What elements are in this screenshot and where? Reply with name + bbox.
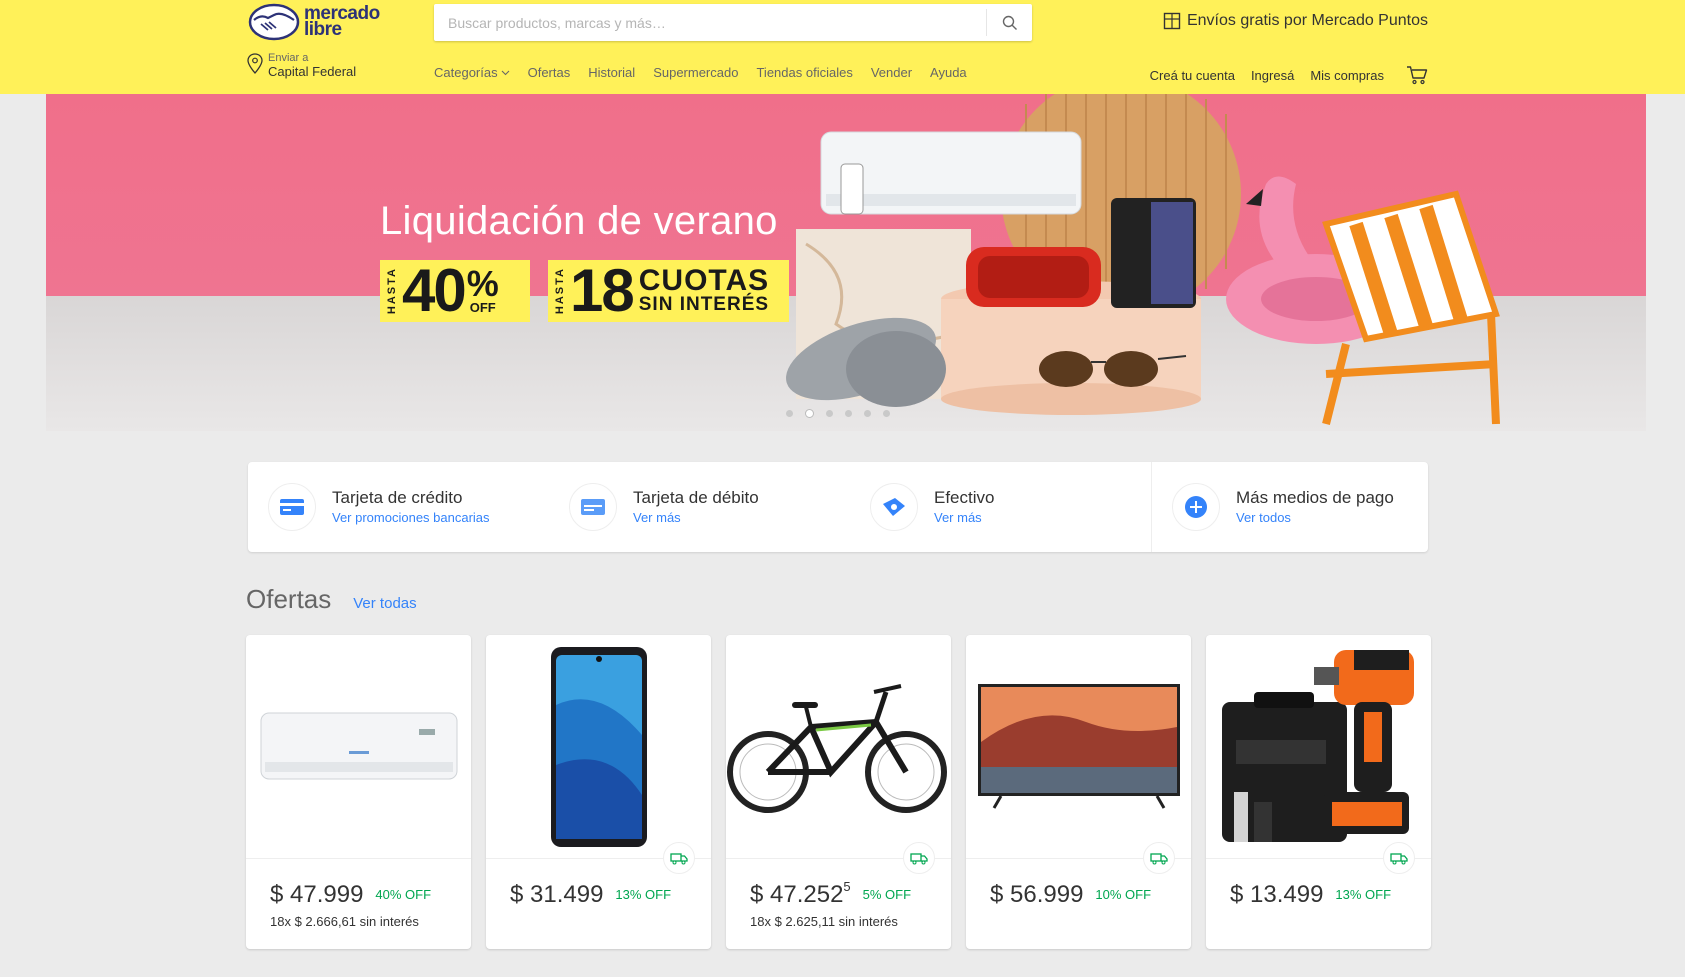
my-purchases-link[interactable]: Mis compras xyxy=(1310,68,1384,83)
product-image xyxy=(726,635,951,874)
product-card[interactable]: $ 47.2525 5% OFF 18x $ 2.625,11 sin inte… xyxy=(726,635,951,949)
nav-categorias[interactable]: Categorías xyxy=(434,65,510,80)
product-price: $ 31.499 xyxy=(510,881,604,908)
payment-more-methods[interactable]: Más medios de pago Ver todos xyxy=(1151,462,1428,552)
product-price: $ 47.2525 xyxy=(750,879,851,908)
installments-text: 18x $ 2.666,61 sin interés xyxy=(270,914,419,929)
logo-wordmark: mercado libre xyxy=(304,3,380,40)
payment-debit-card[interactable]: Tarjeta de débito Ver más xyxy=(549,462,850,552)
free-shipping-badge xyxy=(903,842,935,874)
payment-credit-card[interactable]: Tarjeta de crédito Ver promociones banca… xyxy=(248,462,549,552)
free-shipping-badge xyxy=(1143,842,1175,874)
plus-icon xyxy=(1172,483,1220,531)
points-box-icon xyxy=(1163,12,1181,30)
summer-products-illustration xyxy=(786,94,1500,425)
more-methods-link[interactable]: Ver todos xyxy=(1236,509,1394,527)
installments-text: 18x $ 2.625,11 sin interés xyxy=(750,914,898,929)
discount-label: 13% OFF xyxy=(1335,887,1392,902)
hero-title: Liquidación de verano xyxy=(380,199,778,243)
smartphone-image xyxy=(550,646,647,847)
product-image xyxy=(966,635,1191,874)
debit-card-link[interactable]: Ver más xyxy=(633,509,759,527)
television-image xyxy=(977,683,1180,809)
handshake-logo-icon xyxy=(248,3,300,41)
search-input[interactable] xyxy=(434,4,986,41)
product-price: $ 56.999 xyxy=(990,881,1084,908)
air-conditioner-image xyxy=(260,712,457,779)
discount-label: 40% OFF xyxy=(375,887,432,902)
cash-icon xyxy=(870,483,918,531)
free-shipping-badge xyxy=(663,842,695,874)
nav-vender[interactable]: Vender xyxy=(871,65,912,80)
discount-label: 5% OFF xyxy=(862,887,912,902)
truck-icon xyxy=(670,852,688,864)
hero-banner[interactable]: Liquidación de verano HASTA 40 % OFF HAS… xyxy=(46,94,1646,431)
carousel-dot[interactable] xyxy=(864,410,871,417)
search-icon xyxy=(1002,15,1017,30)
search-button[interactable] xyxy=(986,9,1032,36)
location-value: Capital Federal xyxy=(268,64,357,79)
cart-icon xyxy=(1407,66,1428,85)
header: mercado libre Envíos gratis por Mercado … xyxy=(0,0,1685,94)
create-account-link[interactable]: Creá tu cuenta xyxy=(1150,68,1235,83)
login-link[interactable]: Ingresá xyxy=(1251,68,1294,83)
credit-card-icon xyxy=(268,483,316,531)
product-image xyxy=(1206,635,1431,874)
bicycle-image xyxy=(727,683,947,813)
product-price: $ 13.499 xyxy=(1230,881,1324,908)
product-image xyxy=(486,635,711,874)
drill-kit-image xyxy=(1221,649,1414,842)
discount-label: 13% OFF xyxy=(615,887,672,902)
offers-carousel: $ 47.999 40% OFF 18x $ 2.666,61 sin inte… xyxy=(246,635,1431,949)
cash-link[interactable]: Ver más xyxy=(934,509,994,527)
payment-methods: Tarjeta de crédito Ver promociones banca… xyxy=(248,462,1428,552)
nav-supermercado[interactable]: Supermercado xyxy=(653,65,738,80)
product-image xyxy=(246,635,471,859)
truck-icon xyxy=(1390,852,1408,864)
nav-ofertas[interactable]: Ofertas xyxy=(528,65,571,80)
chevron-down-icon xyxy=(501,70,509,75)
cart-button[interactable] xyxy=(1406,65,1428,85)
credit-card-link[interactable]: Ver promociones bancarias xyxy=(332,509,490,527)
carousel-dot[interactable] xyxy=(883,410,890,417)
search-bar xyxy=(434,4,1032,41)
product-price: $ 47.999 xyxy=(270,881,364,908)
discount-label: 10% OFF xyxy=(1095,887,1152,902)
product-card[interactable]: $ 47.999 40% OFF 18x $ 2.666,61 sin inte… xyxy=(246,635,471,949)
truck-icon xyxy=(1150,852,1168,864)
product-card[interactable]: $ 13.499 13% OFF xyxy=(1206,635,1431,949)
see-all-offers-link[interactable]: Ver todas xyxy=(353,595,416,612)
carousel-indicators xyxy=(786,409,890,418)
free-shipping-badge xyxy=(1383,842,1415,874)
discount-badge: HASTA 40 % OFF xyxy=(380,260,530,322)
carousel-dot[interactable] xyxy=(826,410,833,417)
carousel-dot-active[interactable] xyxy=(805,409,814,418)
nav-tiendas-oficiales[interactable]: Tiendas oficiales xyxy=(756,65,852,80)
product-card[interactable]: $ 56.999 10% OFF xyxy=(966,635,1191,949)
main-nav: Categorías Ofertas Historial Supermercad… xyxy=(434,65,967,80)
payment-cash[interactable]: Efectivo Ver más xyxy=(850,462,1151,552)
free-shipping-promo[interactable]: Envíos gratis por Mercado Puntos xyxy=(1163,12,1428,30)
offers-header: Ofertas Ver todas xyxy=(246,584,417,615)
mercadolibre-logo[interactable]: mercado libre xyxy=(248,3,380,41)
location-pin-icon xyxy=(247,53,263,74)
nav-ayuda[interactable]: Ayuda xyxy=(930,65,967,80)
promo-text: Envíos gratis por Mercado Puntos xyxy=(1186,12,1428,29)
product-card[interactable]: $ 31.499 13% OFF xyxy=(486,635,711,949)
location-label: Enviar a xyxy=(268,52,309,64)
installments-badge: HASTA 18 CUOTAS SIN INTERÉS xyxy=(548,260,789,322)
user-nav: Creá tu cuenta Ingresá Mis compras xyxy=(1150,65,1428,85)
carousel-dot[interactable] xyxy=(845,410,852,417)
offers-title: Ofertas xyxy=(246,584,332,614)
shipping-location[interactable]: Enviar a Capital Federal xyxy=(246,52,356,80)
truck-icon xyxy=(910,852,928,864)
carousel-dot[interactable] xyxy=(786,410,793,417)
nav-historial[interactable]: Historial xyxy=(588,65,635,80)
debit-card-icon xyxy=(569,483,617,531)
